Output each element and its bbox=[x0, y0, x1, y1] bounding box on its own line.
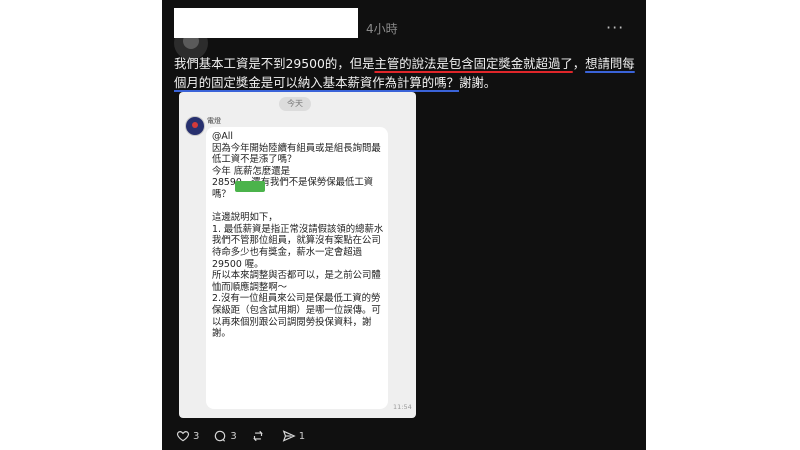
highlight-redaction bbox=[235, 181, 265, 192]
message-bubble: @All 因為今年開始陸續有組員或是組長詢問最低工資不是漲了嗎？ 今年 底薪怎麼… bbox=[206, 127, 388, 409]
action-bar: 3 3 1 bbox=[176, 428, 305, 444]
message-text: @All 因為今年開始陸續有組員或是組長詢問最低工資不是漲了嗎？ 今年 底薪怎麼… bbox=[212, 131, 384, 340]
post-text-part: 我們基本工資是不到29500的，但是 bbox=[174, 56, 375, 71]
comment-icon bbox=[215, 430, 226, 442]
chat-screenshot-image[interactable]: 今天 電燈 @All 因為今年開始陸續有組員或是組長詢問最低工資不是漲了嗎？ 今… bbox=[179, 92, 416, 418]
repost-button[interactable] bbox=[251, 429, 268, 443]
sender-avatar bbox=[185, 116, 205, 136]
repost-icon bbox=[252, 430, 263, 442]
like-button[interactable]: 3 bbox=[176, 429, 199, 443]
username-redaction bbox=[174, 8, 358, 38]
day-divider: 今天 bbox=[279, 97, 311, 111]
comment-count: 3 bbox=[230, 430, 237, 442]
post-timestamp: 4小時 bbox=[366, 22, 398, 36]
post-text-part: 謝謝。 bbox=[458, 75, 497, 90]
message-timestamp: 11:54 bbox=[393, 403, 412, 411]
more-options-icon[interactable]: ··· bbox=[606, 20, 624, 36]
share-icon bbox=[282, 430, 296, 442]
share-button[interactable]: 1 bbox=[282, 429, 305, 443]
post-text-underlined-red: 主管的說法是包含固定獎金就超過了 bbox=[374, 56, 573, 71]
post-body: 我們基本工資是不到29500的，但是主管的說法是包含固定獎金就超過了，想請問每個… bbox=[174, 54, 642, 92]
comment-button[interactable]: 3 bbox=[213, 429, 237, 443]
share-count: 1 bbox=[298, 430, 306, 442]
heart-icon bbox=[176, 431, 190, 442]
post-card: 4小時 ··· 我們基本工資是不到29500的，但是主管的說法是包含固定獎金就超… bbox=[162, 0, 646, 450]
like-count: 3 bbox=[193, 430, 200, 442]
post-text-part: ， bbox=[572, 56, 586, 71]
sender-name: 電燈 bbox=[207, 117, 221, 125]
